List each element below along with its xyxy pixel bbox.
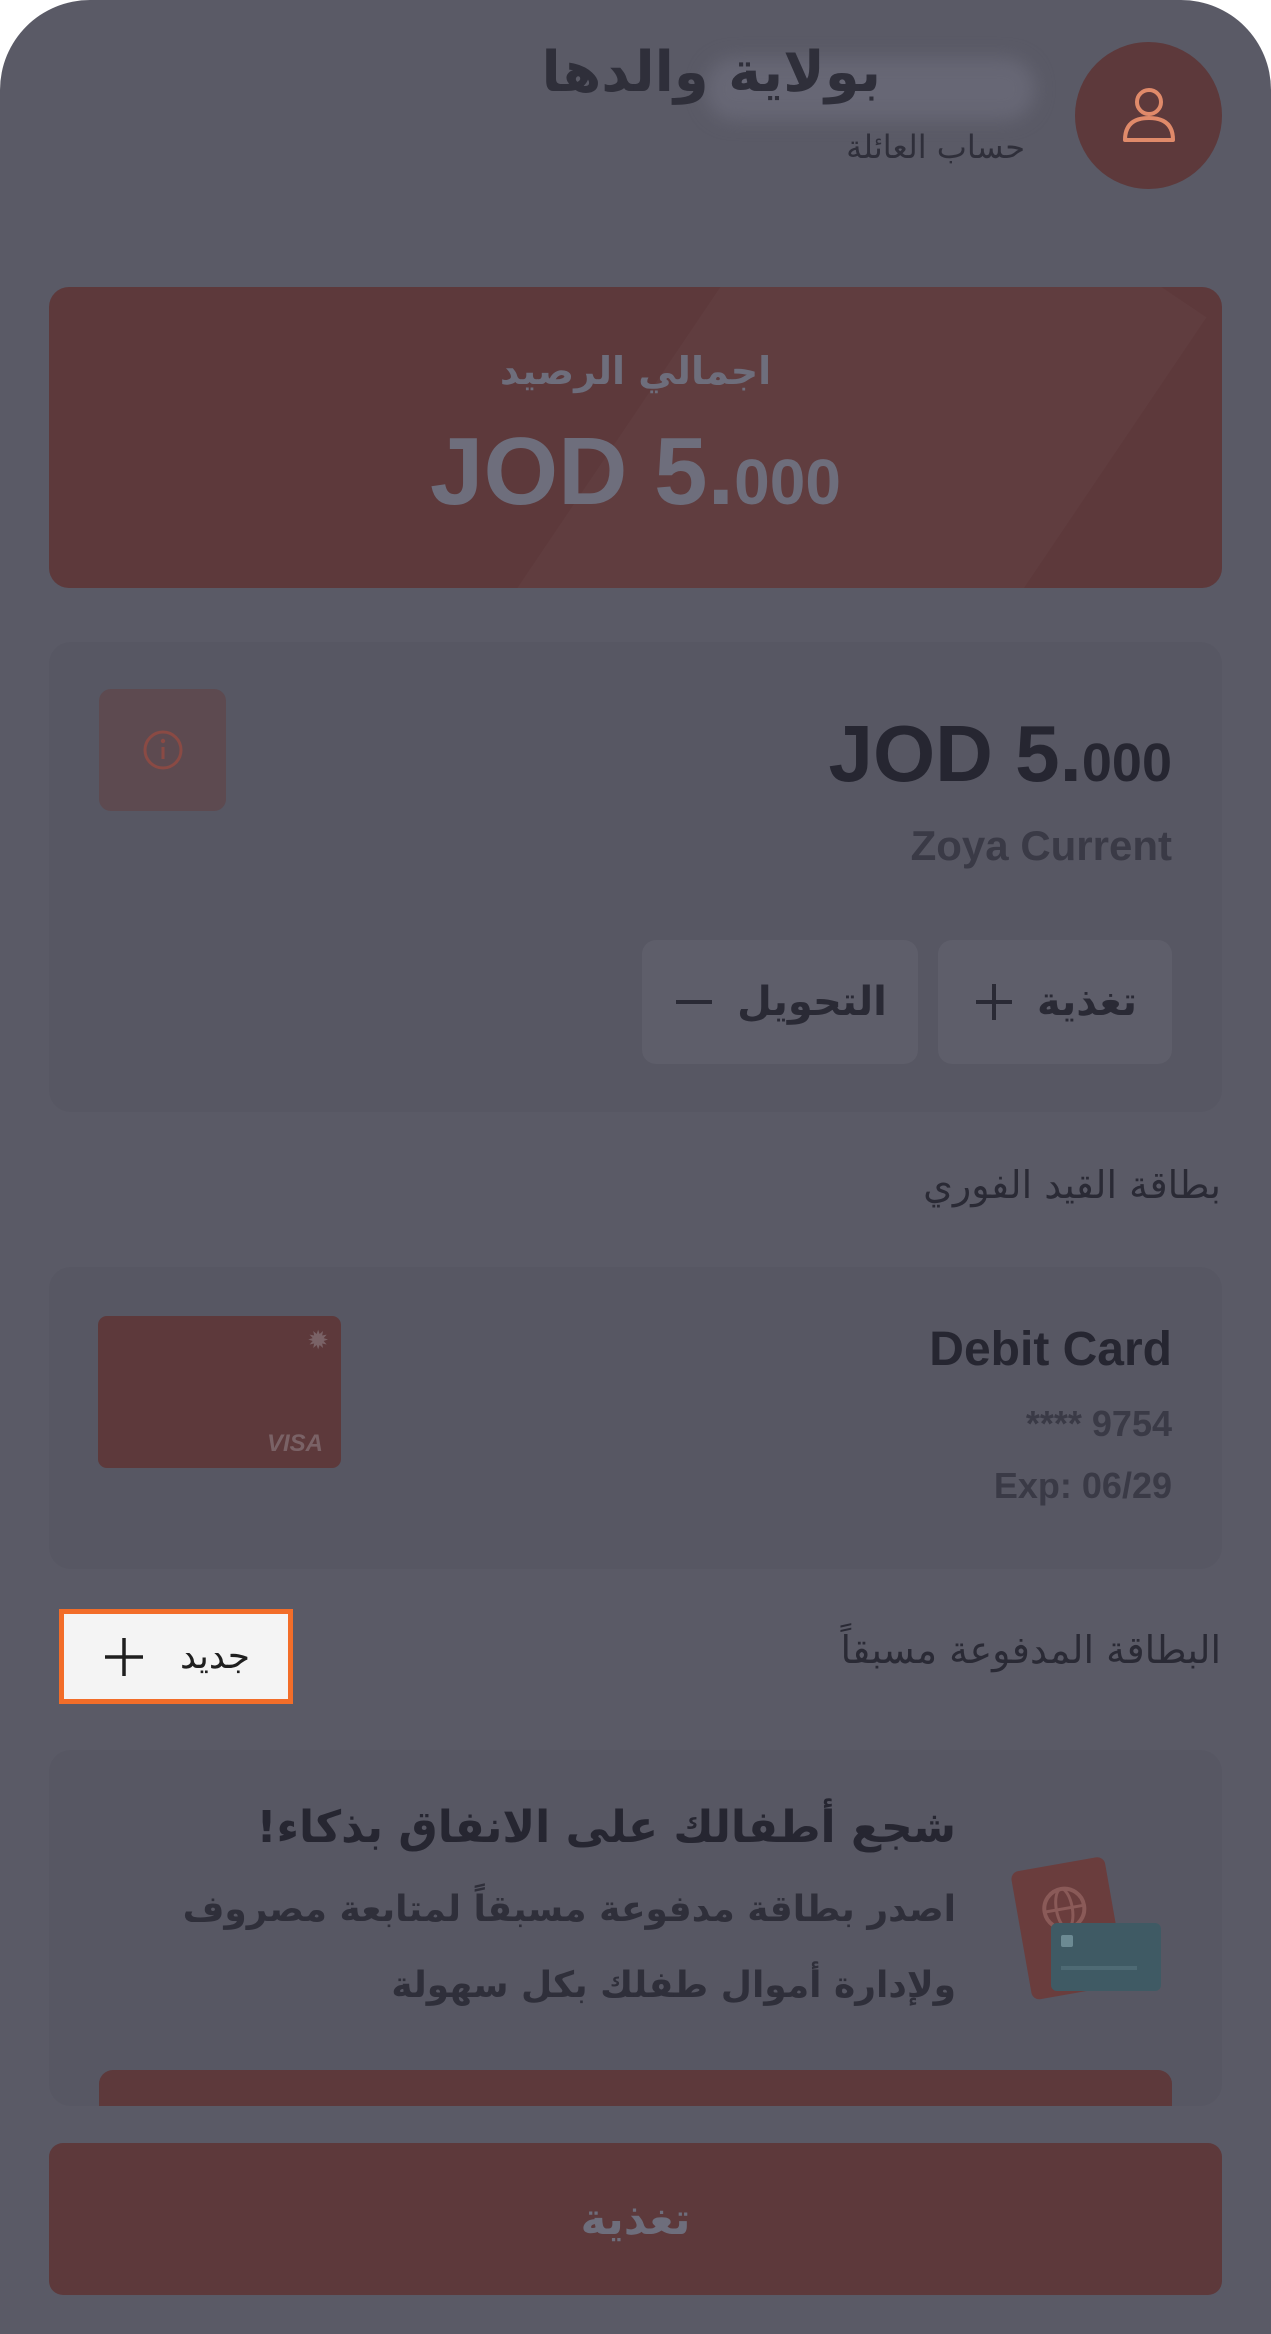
info-button[interactable] [99,689,226,811]
prepaid-section-label: البطاقة المدفوعة مسبقاً [840,1628,1221,1672]
prepaid-card-illustration [1011,1857,1161,2000]
debit-card-panel[interactable]: ✹ VISA Debit Card **** 9754 Exp: 06/29 [49,1267,1222,1569]
promo-title: شجع أطفالك على الانفاق بذكاء! [256,1802,956,1853]
header-title: بولاية والدها [541,40,881,105]
total-balance-amount-int: JOD 5. [430,418,735,525]
promo-body: اصدر بطاقة مدفوعة مسبقاً لمتابعة مصروف و… [182,1889,956,2006]
visa-logo: VISA [266,1430,323,1457]
plus-icon [976,984,1013,1020]
prepaid-promo-panel: شجع أطفالك على الانفاق بذكاء! اصدر بطاقة… [49,1750,1222,2106]
feed-button-label: تغذية [1037,979,1137,1025]
app-screen: بولاية والدها حساب العائلة اجمالي الرصيد… [0,0,1271,2334]
debit-card-thumbnail: ✹ VISA [98,1316,341,1468]
account-balance-int: JOD 5. [828,709,1082,798]
account-balance: JOD 5.000 [828,708,1172,800]
total-balance-amount: JOD 5.000 [49,417,1222,527]
debit-card-title: Debit Card [929,1323,1172,1376]
account-name: Zoya Current [910,822,1172,869]
plus-icon [104,1637,143,1676]
profile-avatar[interactable] [1075,42,1222,189]
transfer-button-label: التحويل [737,979,887,1025]
header-subtitle: حساب العائلة [846,128,1025,166]
info-icon [143,730,182,770]
new-prepaid-card-button[interactable]: جديد [59,1609,293,1704]
total-balance-label: اجمالي الرصيد [499,349,772,393]
minus-icon [676,1000,713,1004]
debit-section-label: بطاقة القيد الفوري [923,1163,1221,1207]
gear-icon: ✹ [307,1326,329,1356]
transfer-button[interactable]: التحويل [642,940,918,1064]
account-balance-dec: 000 [1081,733,1172,793]
promo-cta-button[interactable] [99,2070,1172,2106]
debit-card-number: **** 9754 [1025,1403,1172,1444]
total-balance-card: اجمالي الرصيد JOD 5.000 [49,287,1222,588]
feed-button[interactable]: تغذية [938,940,1172,1064]
debit-card-expiry: Exp: 06/29 [993,1465,1172,1506]
bottom-feed-button-label: تغذية [580,2193,691,2245]
total-balance-amount-dec: 000 [734,446,841,518]
user-icon [1122,87,1175,142]
account-panel: JOD 5.000 Zoya Current تغذية التحويل [49,642,1222,1112]
new-button-label: جديد [179,1636,251,1677]
bottom-feed-button[interactable]: تغذية [49,2143,1222,2295]
